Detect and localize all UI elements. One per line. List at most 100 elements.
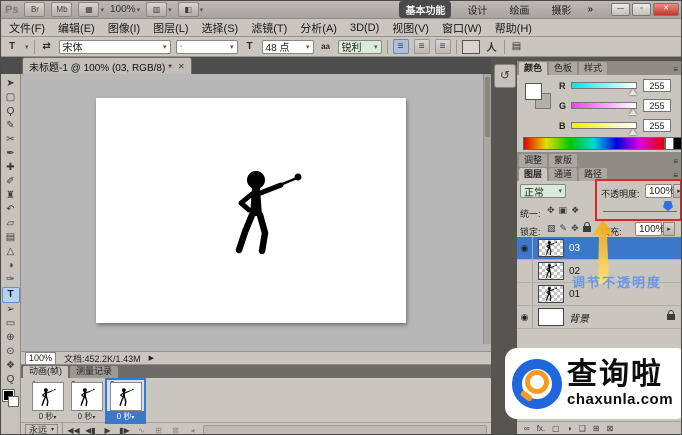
tool-marquee[interactable]: ▢ [3,91,19,105]
zoom-level-dropdown[interactable]: 100%▾ [110,4,140,15]
delete-layer-icon[interactable]: ⊠ [606,424,613,433]
text-orientation-icon[interactable]: ⇄ [40,40,54,54]
type-tool-preset-icon[interactable]: T [5,40,19,54]
tool-gradient[interactable]: ▤ [3,231,19,245]
tool-clone-stamp[interactable]: ♜ [3,189,19,203]
fill-dropdown-icon[interactable]: ▸ [663,222,675,236]
previous-frame-button[interactable]: ◀▮ [84,426,97,435]
tab-styles[interactable]: 样式 [579,62,607,75]
close-button[interactable]: ✕ [653,3,679,16]
workspace-photography[interactable]: 摄影 [545,1,577,18]
tool-blur[interactable]: △ [3,245,19,259]
lock-transparency-icon[interactable]: ▨ [547,223,556,234]
tween-button[interactable]: ∿ [135,426,148,435]
tab-masks[interactable]: 蒙版 [549,154,577,167]
layer-name[interactable]: 03 [569,243,580,254]
color-panel-swatches[interactable] [525,83,551,109]
unify-visibility-icon[interactable]: ▣ [559,205,568,216]
panel-menu-icon[interactable]: ≡ [673,157,681,167]
scroll-left-icon[interactable]: ◂ [186,426,199,435]
tool-zoom[interactable]: Q [3,373,19,387]
menu-item-edit[interactable]: 编辑(E) [58,20,95,36]
minimize-button[interactable]: — [611,3,630,16]
layer-row-background[interactable]: ◉ 背景 [517,306,682,329]
tool-quick-select[interactable]: ✎ [3,119,19,133]
unify-style-icon[interactable]: ❖ [571,205,579,216]
tool-move[interactable]: ➤ [3,77,19,91]
black-chip[interactable] [673,137,682,150]
font-family-select[interactable]: 宋体 ▾ [59,40,171,54]
layer-thumbnail[interactable] [538,239,564,257]
visibility-toggle[interactable] [517,283,533,305]
frame-delay[interactable]: 0 秒▾ [29,411,66,422]
restore-button[interactable]: ▫ [632,3,651,16]
frame-delay[interactable]: 0 秒▾ [68,411,105,422]
screen-mode-button[interactable]: ◧▾ [178,2,204,17]
channel-g-value[interactable]: 255 [643,99,671,112]
tool-history-brush[interactable]: ↶ [3,203,19,217]
horizontal-scrollbar[interactable] [203,425,487,435]
align-center-icon[interactable]: ≡ [414,39,430,54]
lock-position-icon[interactable]: ✥ [571,223,579,234]
document-tab[interactable]: 未标题-1 @ 100% (03, RGB/8) * ✕ [22,57,192,74]
canvas[interactable] [96,98,406,323]
menu-item-view[interactable]: 视图(V) [392,20,429,36]
close-document-icon[interactable]: ✕ [178,62,185,71]
toggle-panels-icon[interactable]: ▤ [510,40,524,54]
unify-position-icon[interactable]: ✥ [547,205,555,216]
visibility-toggle[interactable]: ◉ [517,306,533,328]
tab-measurement-log[interactable]: 测量记录 [70,366,118,378]
tool-brush[interactable]: ✐ [3,175,19,189]
workspace-design[interactable]: 设计 [461,1,493,18]
warp-text-icon[interactable]: 人 [485,40,499,54]
tab-adjustments[interactable]: 调整 [519,154,547,167]
layer-name[interactable]: 背景 [569,310,589,325]
tool-3d-roll[interactable]: ⊙ [3,345,19,359]
channel-g-slider[interactable] [571,102,637,109]
layer-thumbnail[interactable] [538,285,564,303]
tab-color[interactable]: 颜色 [519,62,547,75]
tool-pen[interactable]: ✑ [3,273,19,287]
animation-frame-1[interactable]: 1 0 秒▾ [29,380,66,422]
menu-item-analysis[interactable]: 分析(A) [300,20,337,36]
tool-dodge[interactable]: ◑ [3,259,19,273]
animation-frame-2[interactable]: 2 0 秒▾ [68,380,105,422]
channel-r-slider[interactable] [571,82,637,89]
menu-item-3d[interactable]: 3D(D) [350,22,379,34]
tool-type[interactable]: T [2,287,20,303]
fill-value[interactable]: 100% [635,222,662,236]
layer-thumbnail[interactable] [538,262,564,280]
status-expand-icon[interactable]: ▶ [149,354,154,362]
new-frame-button[interactable]: ⊞ [152,426,165,435]
channel-r-value[interactable]: 255 [643,79,671,92]
layer-group-icon[interactable]: ❑ [579,424,586,433]
visibility-toggle[interactable]: ◉ [517,237,533,259]
tool-shape[interactable]: ▭ [3,317,19,331]
menu-item-filter[interactable]: 滤镜(T) [251,20,287,36]
link-layers-icon[interactable]: ∞ [524,424,530,433]
tool-hand[interactable]: ❖ [3,359,19,373]
tool-eraser[interactable]: ▱ [3,217,19,231]
align-right-icon[interactable]: ≡ [435,39,451,54]
menu-item-layer[interactable]: 图层(L) [153,20,188,36]
tab-swatches[interactable]: 色板 [549,62,577,75]
channel-b-slider-handle[interactable] [629,129,637,135]
tool-eyedropper[interactable]: ✒ [3,147,19,161]
channel-b-value[interactable]: 255 [643,119,671,132]
tool-path-select[interactable]: ➢ [3,303,19,317]
align-left-icon[interactable]: ≡ [393,39,409,54]
layer-mask-icon[interactable]: ▢ [552,424,560,433]
next-frame-button[interactable]: ▮▶ [118,426,131,435]
visibility-toggle[interactable] [517,260,533,282]
delete-frame-button[interactable]: ⊠ [169,426,182,435]
font-size-select[interactable]: 48 点 ▾ [262,40,314,54]
tool-healing[interactable]: ✚ [3,161,19,175]
menu-item-image[interactable]: 图像(I) [108,20,140,36]
text-color-swatch[interactable] [462,40,480,54]
play-button[interactable]: ▶ [101,426,114,435]
tool-lasso[interactable]: Ϙ [3,105,19,119]
layer-thumbnail[interactable] [538,308,564,326]
new-layer-icon[interactable]: ⊞ [593,424,600,433]
color-spectrum-ramp[interactable] [523,137,665,150]
workspace-overflow-icon[interactable]: » [587,4,593,15]
